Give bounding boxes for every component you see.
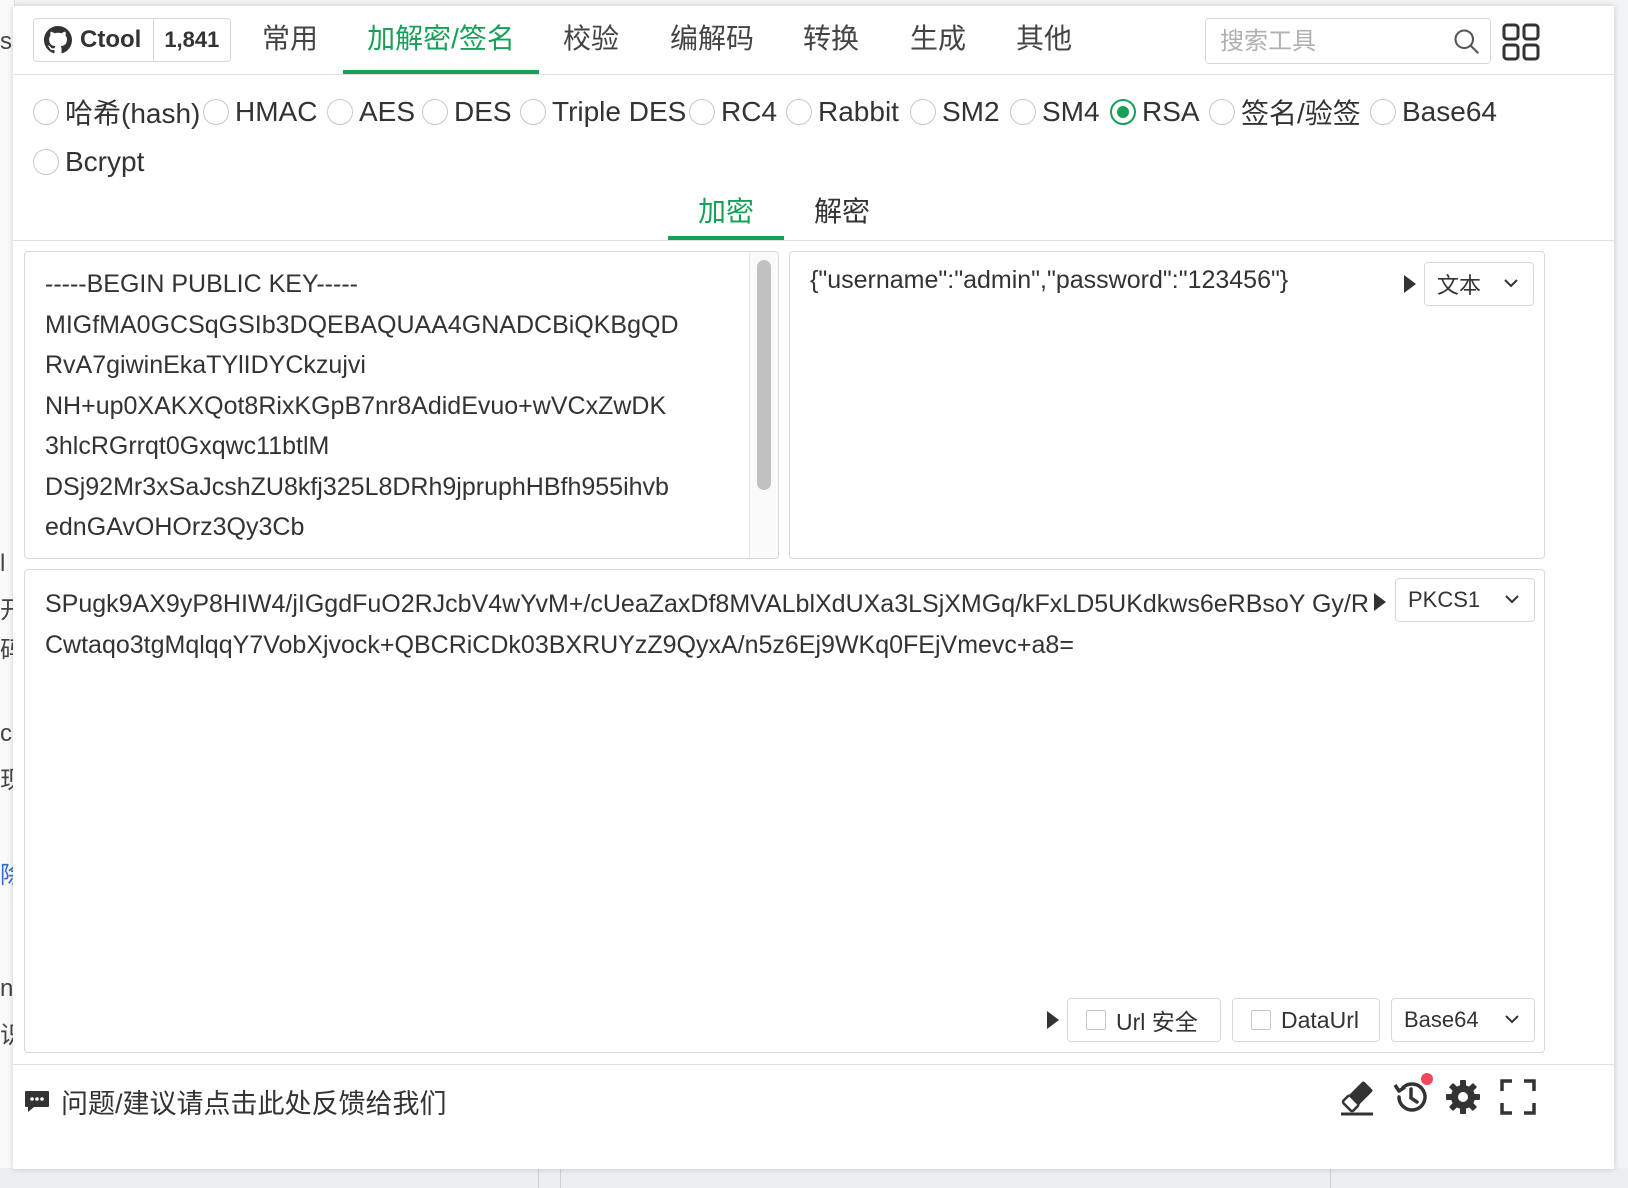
key-scrollbar[interactable]	[749, 252, 778, 558]
radio-circle	[327, 99, 353, 125]
radio-label: Triple DES	[552, 96, 687, 127]
gear-icon[interactable]	[1443, 1077, 1483, 1117]
algo-radio-bcrypt[interactable]: Bcrypt	[33, 144, 144, 180]
algo-radio-des[interactable]: DES	[422, 94, 512, 130]
algo-radio-triple-des[interactable]: Triple DES	[520, 94, 686, 130]
search-box	[1205, 18, 1491, 64]
nav-tab-generate[interactable]: 生成	[901, 6, 975, 74]
public-key-textarea[interactable]: -----BEGIN PUBLIC KEY----- MIGfMA0GCSqGS…	[24, 251, 779, 559]
algo-radio-sm4[interactable]: SM4	[1010, 94, 1100, 130]
radio-label: Base64	[1402, 96, 1497, 127]
checkbox-box	[1086, 1010, 1106, 1030]
message-icon	[25, 1091, 49, 1112]
algo-radio-rc4[interactable]: RC4	[689, 94, 777, 130]
algo-radio-rabbit[interactable]: Rabbit	[786, 94, 899, 130]
radio-circle	[1209, 99, 1235, 125]
output-encoding-value: Base64	[1404, 1007, 1479, 1032]
expand-options-icon[interactable]	[1404, 275, 1416, 293]
eraser-icon[interactable]	[1337, 1077, 1377, 1117]
nav-tab-codec[interactable]: 编解码	[664, 6, 760, 74]
ciphertext-output[interactable]: SPugk9AX9yP8HIW4/jIGgdFuO2RJcbV4wYvM+/cU…	[24, 569, 1545, 1053]
algo-radio-sign-verify[interactable]: 签名/验签	[1209, 94, 1361, 130]
mode-tabs: 加密 解密	[13, 186, 1614, 241]
radio-label: Rabbit	[818, 96, 899, 127]
algo-radio-sm2[interactable]: SM2	[910, 94, 1000, 130]
radio-label: RSA	[1142, 96, 1200, 127]
tab-decrypt[interactable]: 解密	[784, 186, 900, 240]
algo-radio-aes[interactable]: AES	[327, 94, 415, 130]
radio-circle	[1370, 99, 1396, 125]
app-grid-icon[interactable]	[1501, 22, 1541, 62]
radio-circle	[33, 99, 59, 125]
algo-radio-rsa[interactable]: RSA	[1110, 94, 1200, 130]
radio-label: RC4	[721, 96, 778, 127]
chevron-down-icon	[1504, 279, 1518, 288]
url-safe-checkbox[interactable]: Url 安全	[1067, 998, 1221, 1042]
plaintext-textarea[interactable]: {"username":"admin","password":"123456"}…	[789, 251, 1545, 559]
radio-circle	[33, 149, 59, 175]
nav-tab-common[interactable]: 常用	[253, 6, 327, 74]
public-key-text[interactable]: -----BEGIN PUBLIC KEY----- MIGfMA0GCSqGS…	[45, 264, 745, 558]
tab-encrypt[interactable]: 加密	[668, 186, 784, 240]
radio-circle	[786, 99, 812, 125]
ciphertext-value[interactable]: SPugk9AX9yP8HIW4/jIGgdFuO2RJcbV4wYvM+/cU…	[45, 584, 1375, 666]
padding-select[interactable]: PKCS1	[1395, 578, 1535, 622]
search-icon[interactable]	[1452, 27, 1480, 55]
data-url-label: DataUrl	[1281, 1006, 1359, 1033]
star-count: 1,841	[164, 27, 220, 52]
feedback-text: 问题/建议请点击此处反馈给我们	[61, 1088, 447, 1119]
radio-circle-checked	[1110, 99, 1136, 125]
nav-tab-encryption[interactable]: 加解密/签名	[343, 6, 539, 74]
data-url-checkbox[interactable]: DataUrl	[1232, 998, 1380, 1042]
background-page-bottom	[0, 1168, 1628, 1188]
radio-circle	[520, 99, 546, 125]
feedback-link[interactable]: 问题/建议请点击此处反馈给我们	[23, 1081, 447, 1121]
radio-label: DES	[454, 96, 512, 127]
radio-label: 签名/验签	[1241, 98, 1361, 129]
nav-tab-convert[interactable]: 转换	[794, 6, 868, 74]
expand-options-icon[interactable]	[1047, 1011, 1059, 1029]
radio-circle	[689, 99, 715, 125]
radio-label: Bcrypt	[65, 146, 145, 177]
input-format-select[interactable]: 文本	[1424, 262, 1534, 306]
radio-label: HMAC	[235, 96, 318, 127]
nav-tab-checksum[interactable]: 校验	[554, 6, 628, 74]
radio-circle	[203, 99, 229, 125]
algo-radio-hmac[interactable]: HMAC	[203, 94, 317, 130]
github-icon	[44, 26, 72, 54]
radio-label: SM4	[1042, 96, 1100, 127]
plaintext-value[interactable]: {"username":"admin","password":"123456"}	[810, 266, 1288, 295]
search-input[interactable]	[1218, 27, 1442, 57]
radio-circle	[1010, 99, 1036, 125]
github-brand-button[interactable]: Ctool 1,841	[33, 18, 231, 62]
checkbox-box	[1251, 1010, 1271, 1030]
nav-tab-other[interactable]: 其他	[1007, 6, 1081, 74]
algo-radio-base64[interactable]: Base64	[1370, 94, 1497, 130]
url-safe-label: Url 安全	[1116, 1009, 1198, 1035]
algo-radio-hash[interactable]: 哈希(hash)	[33, 94, 200, 130]
radio-label: 哈希(hash)	[65, 98, 201, 129]
notification-dot	[1421, 1073, 1433, 1085]
chevron-down-icon	[1505, 595, 1519, 604]
chevron-down-icon	[1505, 1015, 1519, 1024]
padding-value: PKCS1	[1408, 587, 1481, 612]
brand-divider	[153, 19, 155, 61]
expand-options-icon[interactable]	[1374, 593, 1386, 611]
output-encoding-select[interactable]: Base64	[1391, 998, 1535, 1042]
scrollbar-thumb[interactable]	[757, 260, 771, 490]
fullscreen-icon[interactable]	[1498, 1077, 1538, 1117]
radio-label: AES	[359, 96, 416, 127]
input-format-value: 文本	[1437, 273, 1482, 298]
ctool-popup: Ctool 1,841 常用 加解密/签名 校验 编解码 转换 生成 其他 哈希…	[13, 6, 1614, 1169]
radio-circle	[910, 99, 936, 125]
brand-name: Ctool	[80, 26, 142, 53]
radio-label: SM2	[942, 96, 1000, 127]
radio-circle	[422, 99, 448, 125]
footer: 问题/建议请点击此处反馈给我们	[13, 1064, 1614, 1169]
top-nav: Ctool 1,841 常用 加解密/签名 校验 编解码 转换 生成 其他	[13, 6, 1614, 75]
